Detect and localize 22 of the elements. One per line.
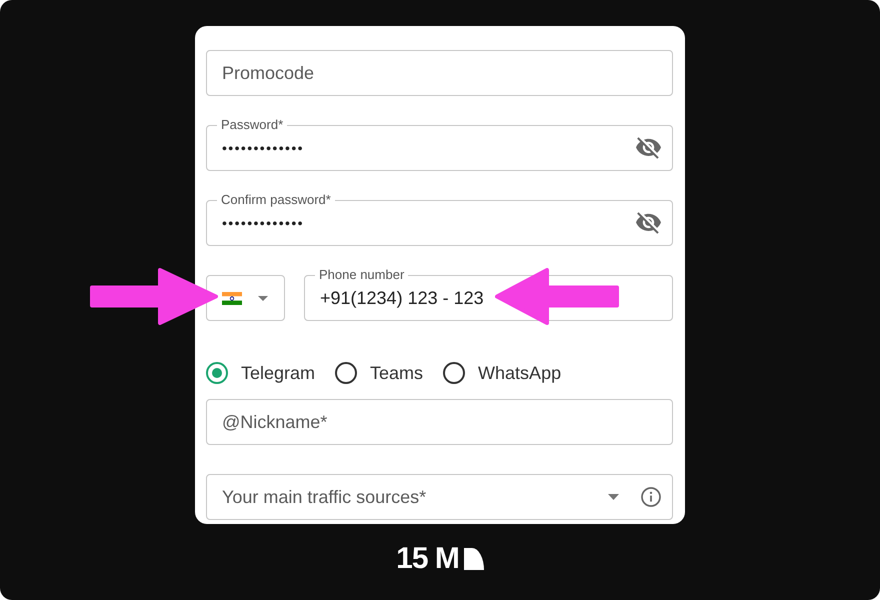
caret-icon[interactable] — [608, 494, 619, 500]
left-arrow-icon — [495, 268, 619, 325]
text-field[interactable]: Promocode — [206, 50, 673, 96]
info-icon[interactable] — [641, 487, 661, 507]
radio-label[interactable]: WhatsApp — [478, 362, 562, 384]
radio-button[interactable] — [335, 362, 358, 384]
text-field[interactable]: @Nickname* — [206, 399, 673, 445]
logo-mark-icon — [464, 548, 484, 570]
dropdown-field[interactable]: Your main traffic sources* — [206, 474, 673, 520]
caret-icon — [258, 296, 268, 300]
radio-button[interactable] — [206, 362, 228, 384]
radio-label[interactable]: Telegram — [241, 362, 316, 384]
right-arrow-icon — [90, 268, 218, 325]
password-field[interactable]: Password* ••••••••••••• — [206, 118, 673, 171]
flag-icon — [222, 292, 242, 304]
logo-text: 15 M — [396, 544, 459, 574]
eye-slash-icon[interactable] — [636, 137, 661, 159]
country-select[interactable] — [206, 275, 285, 321]
radio-button[interactable] — [443, 362, 466, 384]
password-field[interactable]: Confirm password* ••••••••••••• — [206, 193, 673, 246]
radio-label[interactable]: Teams — [370, 362, 424, 384]
eye-slash-icon[interactable] — [636, 212, 661, 234]
